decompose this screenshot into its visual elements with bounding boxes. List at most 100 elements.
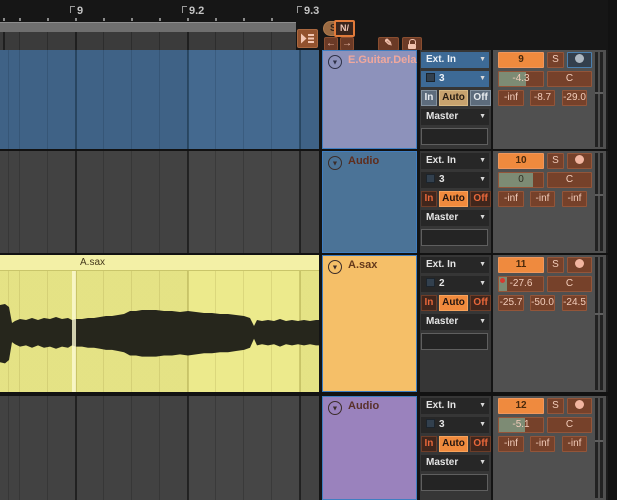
send-c-field[interactable]: -24.5 bbox=[562, 295, 587, 311]
send-a-field[interactable]: -inf bbox=[498, 191, 524, 207]
beat-time-ruler[interactable]: 9 9.2 9.3 bbox=[0, 3, 320, 21]
draw-mode-button[interactable]: ✎ bbox=[378, 37, 399, 51]
arrangement-lane-asax[interactable]: A.sax bbox=[0, 255, 319, 392]
monitor-off-button[interactable]: Off bbox=[470, 295, 491, 311]
ruler-grid-strip[interactable] bbox=[0, 32, 296, 50]
back-to-arrangement-button[interactable] bbox=[297, 29, 318, 48]
monitor-off-button[interactable]: Off bbox=[470, 90, 491, 106]
back-to-arrangement-icon bbox=[300, 33, 315, 44]
peak-indicator[interactable] bbox=[500, 278, 505, 283]
input-channel-chooser[interactable]: 3▼ bbox=[421, 71, 489, 87]
pan-field[interactable]: C bbox=[547, 417, 592, 433]
send-a-field[interactable]: -inf bbox=[498, 90, 524, 106]
monitor-in-button[interactable]: In bbox=[421, 90, 437, 106]
send-a-field[interactable]: -inf bbox=[498, 436, 524, 452]
send-c-field[interactable]: -29.0 bbox=[562, 90, 587, 106]
arrangement-lane-eguitar[interactable] bbox=[0, 50, 319, 149]
pan-field[interactable]: C bbox=[547, 172, 592, 188]
solo-button[interactable]: S bbox=[547, 257, 564, 273]
scrub-area[interactable] bbox=[0, 22, 296, 32]
input-channel-chooser[interactable]: 2▼ bbox=[421, 276, 489, 292]
clip-title-bar[interactable]: A.sax bbox=[0, 255, 319, 271]
arm-button[interactable] bbox=[567, 153, 592, 169]
track-fold-icon[interactable]: ▼ bbox=[328, 55, 342, 69]
arrangement-lane-audio-12[interactable] bbox=[0, 396, 319, 500]
chevron-down-icon: ▼ bbox=[479, 153, 486, 169]
volume-field[interactable]: -4.3 bbox=[498, 71, 544, 87]
send-c-field[interactable]: -inf bbox=[562, 191, 587, 207]
track-fold-icon[interactable]: ▼ bbox=[328, 401, 342, 415]
monitor-auto-button[interactable]: Auto bbox=[439, 90, 469, 106]
output-chooser[interactable]: Master▼ bbox=[421, 455, 489, 471]
input-type-chooser[interactable]: Ext. In▼ bbox=[421, 52, 489, 68]
prev-arrow-button[interactable]: ← bbox=[324, 37, 338, 51]
ruler-label: 9.3 bbox=[297, 3, 319, 19]
output-chooser[interactable]: Master▼ bbox=[421, 109, 489, 125]
track-delay-field[interactable] bbox=[421, 128, 488, 145]
monitor-auto-button[interactable]: Auto bbox=[439, 295, 469, 311]
clip-waveform-area[interactable] bbox=[0, 271, 319, 392]
chevron-down-icon: ▼ bbox=[479, 417, 486, 433]
monitor-auto-button[interactable]: Auto bbox=[439, 436, 469, 452]
track-io-section: Ext. In▼ 3▼ In Auto Off Master▼ bbox=[420, 396, 491, 500]
monitor-in-button[interactable]: In bbox=[421, 436, 437, 452]
track-name: Audio bbox=[348, 400, 379, 412]
volume-field[interactable]: -5.1 bbox=[498, 417, 544, 433]
solo-button[interactable]: S bbox=[547, 153, 564, 169]
track-activator[interactable]: 9 bbox=[498, 52, 544, 68]
monitor-auto-button[interactable]: Auto bbox=[439, 191, 469, 207]
output-chooser[interactable]: Master▼ bbox=[421, 210, 489, 226]
track-row-audio-12: ▼ Audio Ext. In▼ 3▼ In Auto Off Master▼ … bbox=[0, 396, 617, 500]
send-b-field[interactable]: -inf bbox=[530, 191, 555, 207]
track-header-eguitar[interactable]: ▼ E.Guitar.Dela bbox=[322, 50, 417, 149]
arm-button[interactable] bbox=[567, 257, 592, 273]
solo-button[interactable]: S bbox=[547, 52, 564, 68]
output-chooser[interactable]: Master▼ bbox=[421, 314, 489, 330]
track-delay-field[interactable] bbox=[421, 474, 488, 491]
track-header-audio-12[interactable]: ▼ Audio bbox=[322, 396, 417, 500]
monitor-switch: In Auto Off bbox=[421, 90, 491, 106]
input-channel-chooser[interactable]: 3▼ bbox=[421, 417, 489, 433]
input-type-chooser[interactable]: Ext. In▼ bbox=[421, 398, 489, 414]
track-activator[interactable]: 11 bbox=[498, 257, 544, 273]
track-fold-icon[interactable]: ▼ bbox=[328, 260, 342, 274]
clip-boundary-seam[interactable] bbox=[72, 271, 76, 392]
track-delay-field[interactable] bbox=[421, 333, 488, 350]
send-c-field[interactable]: -inf bbox=[562, 436, 587, 452]
monitor-in-button[interactable]: In bbox=[421, 295, 437, 311]
arrangement-lane-audio-10[interactable] bbox=[0, 151, 319, 253]
pan-field[interactable]: C bbox=[547, 71, 592, 87]
send-b-field[interactable]: -50.0 bbox=[530, 295, 555, 311]
send-b-field[interactable]: -8.7 bbox=[530, 90, 555, 106]
track-header-audio-10[interactable]: ▼ Audio bbox=[322, 151, 417, 253]
na-button[interactable]: N/ bbox=[334, 20, 355, 37]
send-b-field[interactable]: -inf bbox=[530, 436, 555, 452]
pan-field[interactable]: C bbox=[547, 276, 592, 292]
lock-button[interactable] bbox=[402, 37, 422, 51]
record-circle-icon bbox=[575, 259, 584, 268]
track-row-eguitar: ▼ E.Guitar.Dela Ext. In▼ 3▼ In Auto Off … bbox=[0, 50, 617, 149]
monitor-off-button[interactable]: Off bbox=[470, 436, 491, 452]
track-row-asax: A.sax ▼ A.sax Ext. In▼ 2▼ In Auto bbox=[0, 255, 617, 392]
arm-button[interactable] bbox=[567, 52, 592, 68]
input-type-chooser[interactable]: Ext. In▼ bbox=[421, 257, 489, 273]
input-channel-chooser[interactable]: 3▼ bbox=[421, 172, 489, 188]
track-delay-field[interactable] bbox=[421, 229, 488, 246]
track-fold-icon[interactable]: ▼ bbox=[328, 156, 342, 170]
input-type-chooser[interactable]: Ext. In▼ bbox=[421, 153, 489, 169]
volume-field[interactable]: 0 bbox=[498, 172, 544, 188]
monitor-off-button[interactable]: Off bbox=[470, 191, 491, 207]
solo-button[interactable]: S bbox=[547, 398, 564, 414]
next-arrow-button[interactable]: → bbox=[340, 37, 354, 51]
ruler-tick-icon bbox=[182, 6, 187, 13]
audio-clip-asax[interactable]: A.sax bbox=[0, 255, 319, 392]
monitor-in-button[interactable]: In bbox=[421, 191, 437, 207]
track-header-asax[interactable]: ▼ A.sax bbox=[322, 255, 417, 392]
chevron-down-icon: ▼ bbox=[479, 398, 486, 414]
ruler-tick-icon bbox=[70, 6, 75, 13]
arm-button[interactable] bbox=[567, 398, 592, 414]
track-activator[interactable]: 10 bbox=[498, 153, 544, 169]
track-activator[interactable]: 12 bbox=[498, 398, 544, 414]
volume-field[interactable]: -27.6 bbox=[498, 276, 544, 292]
send-a-field[interactable]: -25.7 bbox=[498, 295, 524, 311]
